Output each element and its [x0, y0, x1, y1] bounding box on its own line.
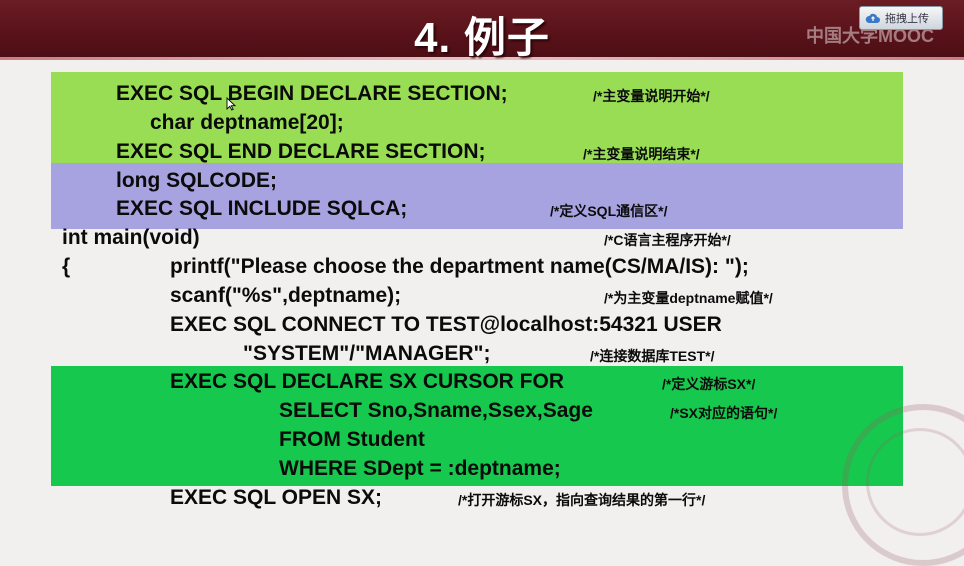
code-line: FROM Student	[279, 428, 425, 451]
code-comment: /*主变量说明结束*/	[583, 146, 700, 162]
code-line: scanf("%s",deptname);	[170, 284, 402, 307]
code-line: EXEC SQL OPEN SX;	[170, 486, 382, 509]
code-line: printf("Please choose the department nam…	[170, 255, 749, 278]
code-line: int main(void)	[62, 226, 200, 249]
code-line: {	[62, 255, 71, 278]
code-comment: /*定义游标SX*/	[662, 376, 756, 392]
code-comment: /*SX对应的语句*/	[670, 405, 778, 421]
code-line: EXEC SQL INCLUDE SQLCA;	[116, 197, 408, 220]
code-line: EXEC SQL CONNECT TO TEST@localhost:54321…	[170, 313, 722, 336]
upload-button-label: 拖拽上传	[885, 13, 929, 25]
code-line: EXEC SQL END DECLARE SECTION;	[116, 140, 486, 163]
code-line: WHERE SDept = :deptname;	[279, 457, 561, 480]
upload-button[interactable]: 拖拽上传	[859, 6, 943, 30]
code-comment: /*为主变量deptname赋值*/	[604, 290, 773, 306]
code-comment: /*主变量说明开始*/	[593, 88, 710, 104]
code-comment: /*C语言主程序开始*/	[604, 232, 731, 248]
code-line: "SYSTEM"/"MANAGER";	[243, 342, 491, 365]
code-line: EXEC SQL BEGIN DECLARE SECTION;	[116, 82, 508, 105]
code-line: char deptname[20];	[150, 111, 344, 134]
mouse-cursor-icon	[226, 97, 236, 111]
code-comment: /*定义SQL通信区*/	[550, 203, 668, 219]
code-line: SELECT Sno,Sname,Ssex,Sage	[279, 399, 593, 422]
code-line: long SQLCODE;	[116, 169, 277, 192]
code-comment: /*连接数据库TEST*/	[590, 348, 715, 364]
cloud-upload-icon	[865, 13, 880, 23]
code-line: EXEC SQL DECLARE SX CURSOR FOR	[170, 370, 564, 393]
code-comment: /*打开游标SX，指向查询结果的第一行*/	[458, 492, 706, 508]
